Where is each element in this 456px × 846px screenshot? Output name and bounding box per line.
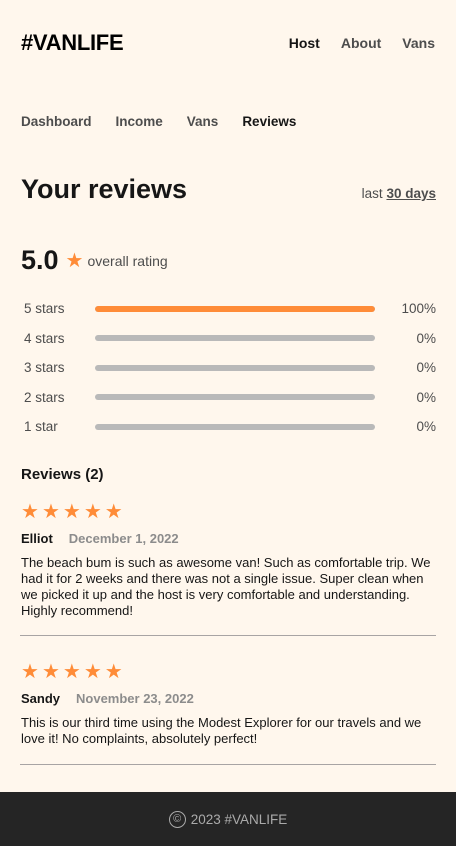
review-date: December 1, 2022 (68, 531, 179, 546)
review-meta: Elliot December 1, 2022 (21, 531, 436, 546)
rating-row-5: 5 stars 100% (24, 294, 436, 324)
reviewer-name: Sandy (21, 691, 61, 706)
rating-row-4: 4 stars 0% (24, 324, 436, 354)
rating-row-percent: 100% (401, 301, 436, 317)
rating-row-percent: 0% (416, 389, 436, 405)
nav-link-host[interactable]: Host (289, 35, 320, 51)
nav-link-about[interactable]: About (341, 35, 381, 51)
review-text: This is our third time using the Modest … (21, 715, 422, 746)
star-icon: ★ (21, 501, 39, 523)
review-divider (20, 635, 436, 636)
star-icon: ★ (83, 661, 102, 683)
rating-row-label: 3 stars (24, 360, 65, 376)
main-nav: Host About Vans (289, 35, 435, 51)
site-header: #VANLIFE Host About Vans (0, 0, 456, 86)
rating-bar (95, 335, 375, 342)
review-stars: ★ ★ ★ ★ ★ (21, 502, 436, 522)
review-card: ★ ★ ★ ★ ★ Elliot December 1, 2022 The beach … (21, 502, 436, 619)
review-date: November 23, 2022 (76, 691, 194, 706)
star-icon: ★ (41, 661, 60, 683)
reviews-heading: Reviews (2) (21, 466, 104, 483)
host-subnav: Dashboard Income Vans Reviews (21, 114, 296, 129)
star-icon: ★ (21, 661, 39, 683)
rating-row-label: 4 stars (24, 330, 65, 346)
rating-row-percent: 0% (416, 330, 436, 346)
star-icon: ★ (41, 501, 60, 523)
review-divider (20, 764, 436, 765)
subnav-link-vans[interactable]: Vans (187, 114, 219, 129)
page-title: Your reviews (21, 174, 188, 204)
rating-bar (95, 364, 375, 371)
date-range: last 30 days (362, 186, 436, 201)
rating-breakdown: 5 stars 100% 4 stars 0% 3 stars 0% 2 sta… (24, 294, 436, 442)
date-range-prefix: last (361, 186, 383, 201)
date-range-link[interactable]: 30 days (386, 186, 436, 201)
rating-bar-fill (95, 305, 375, 312)
overall-score: 5.0 (21, 245, 59, 275)
title-row: Your reviews last 30 days (21, 174, 436, 205)
review-meta: Sandy November 23, 2022 (21, 691, 436, 706)
subnav-link-dashboard[interactable]: Dashboard (21, 114, 92, 129)
rating-bar (95, 305, 375, 312)
rating-row-1: 1 star 0% (24, 412, 436, 442)
reviewer-name: Elliot (21, 531, 53, 546)
site-logo[interactable]: #VANLIFE (21, 30, 124, 56)
copyright-icon: © (168, 810, 186, 828)
star-icon: ★ (104, 661, 123, 683)
rating-bar (95, 423, 375, 430)
star-icon: ★ (104, 501, 123, 523)
site-footer: © 2023 #VANLIFE (0, 792, 456, 846)
star-icon: ★ (62, 661, 81, 683)
rating-row-3: 3 stars 0% (24, 353, 436, 383)
review-stars: ★ ★ ★ ★ ★ (21, 662, 436, 682)
rating-bar (95, 394, 375, 401)
star-icon: ★ (65, 249, 84, 272)
overall-rating: 5.0 ★ overall rating (21, 245, 168, 276)
rating-row-2: 2 stars 0% (24, 383, 436, 413)
nav-link-vans[interactable]: Vans (402, 35, 435, 51)
rating-row-label: 5 stars (24, 301, 65, 317)
footer-text: 2023 #VANLIFE (190, 811, 288, 827)
review-text: The beach bum is such as awesome van! Su… (21, 555, 431, 618)
overall-rating-label: overall rating (87, 252, 168, 269)
subnav-link-income[interactable]: Income (116, 114, 163, 129)
star-icon: ★ (62, 501, 81, 523)
rating-row-percent: 0% (416, 360, 436, 376)
rating-row-percent: 0% (416, 419, 436, 435)
review-card: ★ ★ ★ ★ ★ Sandy November 23, 2022 This is ou… (21, 662, 436, 747)
rating-row-label: 1 star (24, 419, 58, 435)
subnav-link-reviews[interactable]: Reviews (242, 114, 296, 129)
rating-row-label: 2 stars (24, 389, 65, 405)
star-icon: ★ (83, 501, 102, 523)
